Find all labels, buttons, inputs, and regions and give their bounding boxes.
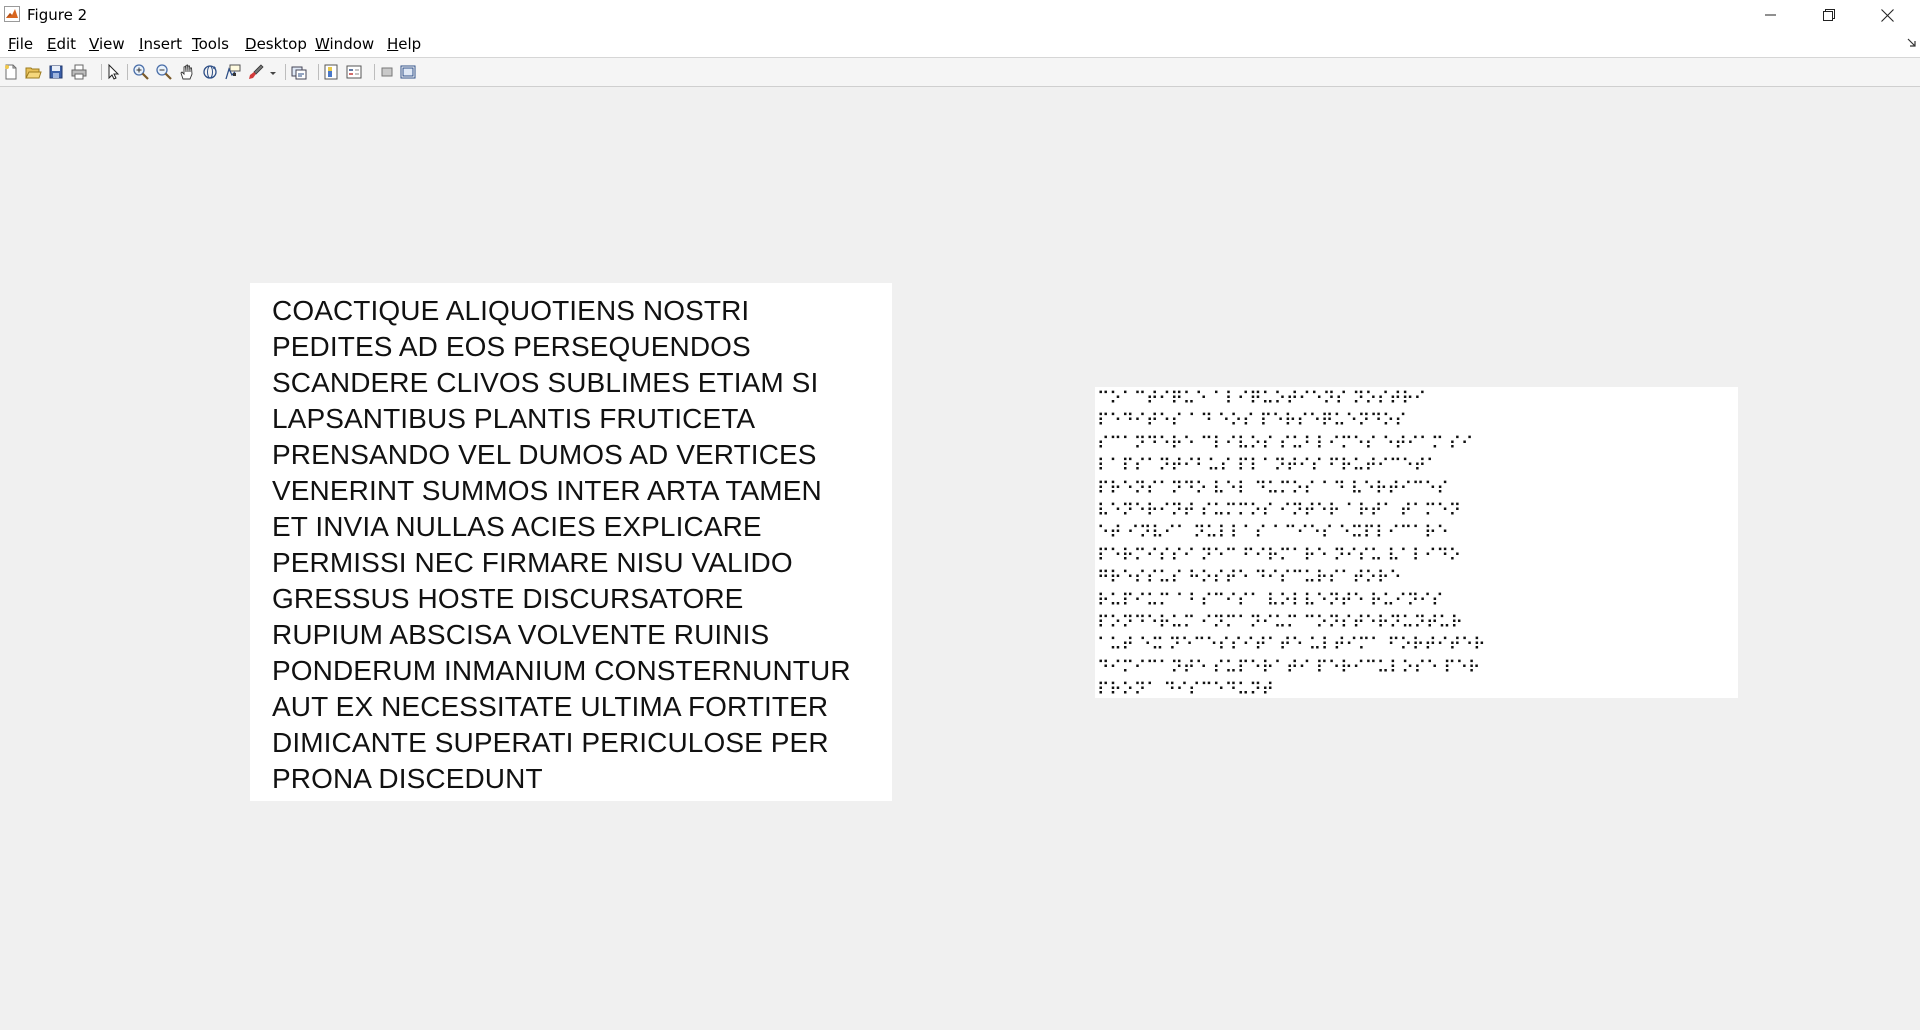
close-button[interactable] xyxy=(1858,0,1916,30)
text-line: PRENSANDO VEL DUMOS AD VERTICES xyxy=(272,439,817,470)
braille-line: ⠗⠥⠏⠊⠥⠍ ⠁⠃⠎⠉⠊⠎⠁ ⠧⠕⠇⠧⠑⠝⠞⠑ ⠗⠥⠊⠝⠊⠎ xyxy=(1097,590,1444,611)
title-bar: Figure 2 xyxy=(0,0,1920,30)
braille-line: ⠁⠥⠞ ⠑⠭ ⠝⠑⠉⠑⠎⠎⠊⠞⠁⠞⠑ ⠥⠇⠞⠊⠍⠁ ⠋⠕⠗⠞⠊⠞⠑⠗ xyxy=(1097,635,1486,656)
figure-window: Figure 2 File Edit View Insert Tools Des… xyxy=(0,0,1920,1030)
toolbar-separator xyxy=(285,64,286,80)
braille-line: ⠇⠁⠏⠎⠁⠝⠞⠊⠃⠥⠎ ⠏⠇⠁⠝⠞⠊⠎ ⠋⠗⠥⠞⠊⠉⠑⠞⠁ xyxy=(1097,456,1439,477)
toolbar-separator xyxy=(318,64,319,80)
latin-text-panel: COACTIQUE ALIQUOTIENS NOSTRI PEDITES AD … xyxy=(250,283,892,801)
figure-canvas: COACTIQUE ALIQUOTIENS NOSTRI PEDITES AD … xyxy=(0,87,1920,1030)
zoom-in-icon[interactable] xyxy=(132,63,150,81)
text-line: PONDERUM INMANIUM CONSTERNUNTUR xyxy=(272,655,851,686)
braille-line: ⠎⠉⠁⠝⠙⠑⠗⠑ ⠉⠇⠊⠧⠕⠎ ⠎⠥⠃⠇⠊⠍⠑⠎ ⠑⠞⠊⠁⠍ ⠎⠊ xyxy=(1097,433,1474,454)
braille-line: ⠏⠕⠝⠙⠑⠗⠥⠍ ⠊⠝⠍⠁⠝⠊⠥⠍ ⠉⠕⠝⠎⠞⠑⠗⠝⠥⠝⠞⠥⠗ xyxy=(1097,612,1463,633)
menu-view[interactable]: View xyxy=(87,35,127,53)
close-icon xyxy=(1880,8,1894,22)
braille-line: ⠛⠗⠑⠎⠎⠥⠎ ⠓⠕⠎⠞⠑ ⠙⠊⠎⠉⠥⠗⠎⠁⠞⠕⠗⠑ xyxy=(1097,568,1402,589)
text-line: RUPIUM ABSCISA VOLVENTE RUINIS xyxy=(272,619,770,650)
matlab-logo-icon xyxy=(4,6,20,22)
text-line: AUT EX NECESSITATE ULTIMA FORTITER xyxy=(272,691,829,722)
pan-hand-icon[interactable] xyxy=(178,63,196,81)
menu-window-mnemonic: W xyxy=(315,35,330,53)
text-line: PEDITES AD EOS PERSEQUENDOS xyxy=(272,331,751,362)
menu-tools[interactable]: Tools xyxy=(190,35,231,53)
menu-insert[interactable]: Insert xyxy=(137,35,184,53)
brush-icon[interactable] xyxy=(247,63,265,81)
menu-help-label: elp xyxy=(398,35,422,53)
menu-file-label: ile xyxy=(15,35,34,53)
menu-edit[interactable]: Edit xyxy=(45,35,78,53)
braille-line: ⠏⠑⠙⠊⠞⠑⠎ ⠁⠙ ⠑⠕⠎ ⠏⠑⠗⠎⠑⠟⠥⠑⠝⠙⠕⠎ xyxy=(1097,411,1407,432)
braille-line: ⠏⠑⠗⠍⠊⠎⠎⠊ ⠝⠑⠉ ⠋⠊⠗⠍⠁⠗⠑ ⠝⠊⠎⠥ ⠧⠁⠇⠊⠙⠕ xyxy=(1097,545,1461,566)
menu-view-label: iew xyxy=(98,35,125,53)
rotate-3d-icon[interactable] xyxy=(201,63,219,81)
toolbar-separator xyxy=(101,64,102,80)
dock-figure-icon[interactable] xyxy=(1907,38,1916,50)
braille-line: ⠉⠕⠁⠉⠞⠊⠟⠥⠑ ⠁⠇⠊⠟⠥⠕⠞⠊⠑⠝⠎ ⠝⠕⠎⠞⠗⠊ xyxy=(1097,389,1426,409)
link-plot-icon[interactable] xyxy=(290,63,308,81)
braille-line: ⠏⠗⠕⠝⠁ ⠙⠊⠎⠉⠑⠙⠥⠝⠞ xyxy=(1097,680,1274,698)
braille-line: ⠏⠗⠑⠝⠎⠁⠝⠙⠕ ⠧⠑⠇ ⠙⠥⠍⠕⠎ ⠁⠙ ⠧⠑⠗⠞⠊⠉⠑⠎ xyxy=(1097,478,1449,499)
minimize-button[interactable] xyxy=(1742,0,1800,30)
menu-edit-label: dit xyxy=(56,35,77,53)
window-title: Figure 2 xyxy=(27,6,88,24)
braille-line: ⠑⠞ ⠊⠝⠧⠊⠁ ⠝⠥⠇⠇⠁⠎ ⠁⠉⠊⠑⠎ ⠑⠭⠏⠇⠊⠉⠁⠗⠑ xyxy=(1097,523,1449,544)
toolbar-separator xyxy=(374,64,375,80)
menu-file-mnemonic: F xyxy=(8,35,16,53)
figure-toolbar xyxy=(0,58,1920,87)
text-line: ET INVIA NULLAS ACIES EXPLICARE xyxy=(272,511,762,542)
braille-line: ⠙⠊⠍⠊⠉⠁⠝⠞⠑ ⠎⠥⠏⠑⠗⠁⠞⠊ ⠏⠑⠗⠊⠉⠥⠇⠕⠎⠑ ⠏⠑⠗ xyxy=(1097,657,1481,678)
text-line: SCANDERE CLIVOS SUBLIMES ETIAM SI xyxy=(272,367,819,398)
save-figure-icon[interactable] xyxy=(47,63,65,81)
restore-button[interactable] xyxy=(1800,0,1858,30)
menu-tools-label: ools xyxy=(198,35,229,53)
open-file-icon[interactable] xyxy=(24,63,42,81)
menu-desktop[interactable]: Desktop xyxy=(243,35,309,53)
menu-file[interactable]: File xyxy=(6,35,35,53)
restore-icon xyxy=(1823,9,1835,21)
menu-tools-mnemonic: T xyxy=(192,35,199,53)
text-line: DIMICANTE SUPERATI PERICULOSE PER xyxy=(272,727,829,758)
menu-desktop-mnemonic: D xyxy=(245,35,257,53)
menu-insert-label: nsert xyxy=(143,35,183,53)
braille-text-panel: ⠉⠕⠁⠉⠞⠊⠟⠥⠑ ⠁⠇⠊⠟⠥⠕⠞⠊⠑⠝⠎ ⠝⠕⠎⠞⠗⠊ ⠏⠑⠙⠊⠞⠑⠎ ⠁⠙ … xyxy=(1095,387,1738,698)
menu-desktop-label: esktop xyxy=(256,35,307,53)
menu-view-mnemonic: V xyxy=(89,35,99,53)
menu-help[interactable]: Help xyxy=(385,35,423,53)
text-line: VENERINT SUMMOS INTER ARTA TAMEN xyxy=(272,475,822,506)
zoom-out-icon[interactable] xyxy=(155,63,173,81)
menu-help-mnemonic: H xyxy=(387,35,399,53)
toolbar-separator xyxy=(127,64,128,80)
data-cursor-icon[interactable] xyxy=(224,63,242,81)
text-line: PRONA DISCEDUNT xyxy=(272,763,543,794)
text-line: PERMISSI NEC FIRMARE NISU VALIDO xyxy=(272,547,793,578)
brush-dropdown-icon[interactable] xyxy=(268,63,278,81)
text-line: GRESSUS HOSTE DISCURSATORE xyxy=(272,583,744,614)
minimize-icon xyxy=(1765,14,1776,16)
text-line: COACTIQUE ALIQUOTIENS NOSTRI xyxy=(272,295,750,326)
menu-window[interactable]: Window xyxy=(313,35,376,53)
insert-colorbar-icon[interactable] xyxy=(322,63,340,81)
menu-window-label: indow xyxy=(329,35,375,53)
braille-line: ⠧⠑⠝⠑⠗⠊⠝⠞ ⠎⠥⠍⠍⠕⠎ ⠊⠝⠞⠑⠗ ⠁⠗⠞⠁ ⠞⠁⠍⠑⠝ xyxy=(1097,500,1461,521)
latin-text-lines: COACTIQUE ALIQUOTIENS NOSTRI PEDITES AD … xyxy=(272,293,851,797)
text-line: LAPSANTIBUS PLANTIS FRUTICETA xyxy=(272,403,756,434)
edit-plot-arrow-icon[interactable] xyxy=(104,63,122,81)
insert-legend-icon[interactable] xyxy=(345,63,363,81)
show-plot-tools-icon[interactable] xyxy=(399,63,417,81)
new-figure-icon[interactable] xyxy=(2,63,20,81)
print-figure-icon[interactable] xyxy=(70,63,88,81)
menu-bar: File Edit View Insert Tools Desktop Wind… xyxy=(0,30,1920,58)
hide-plot-tools-icon[interactable] xyxy=(378,63,396,81)
braille-text-lines: ⠉⠕⠁⠉⠞⠊⠟⠥⠑ ⠁⠇⠊⠟⠥⠕⠞⠊⠑⠝⠎ ⠝⠕⠎⠞⠗⠊ ⠏⠑⠙⠊⠞⠑⠎ ⠁⠙ … xyxy=(1097,388,1486,698)
